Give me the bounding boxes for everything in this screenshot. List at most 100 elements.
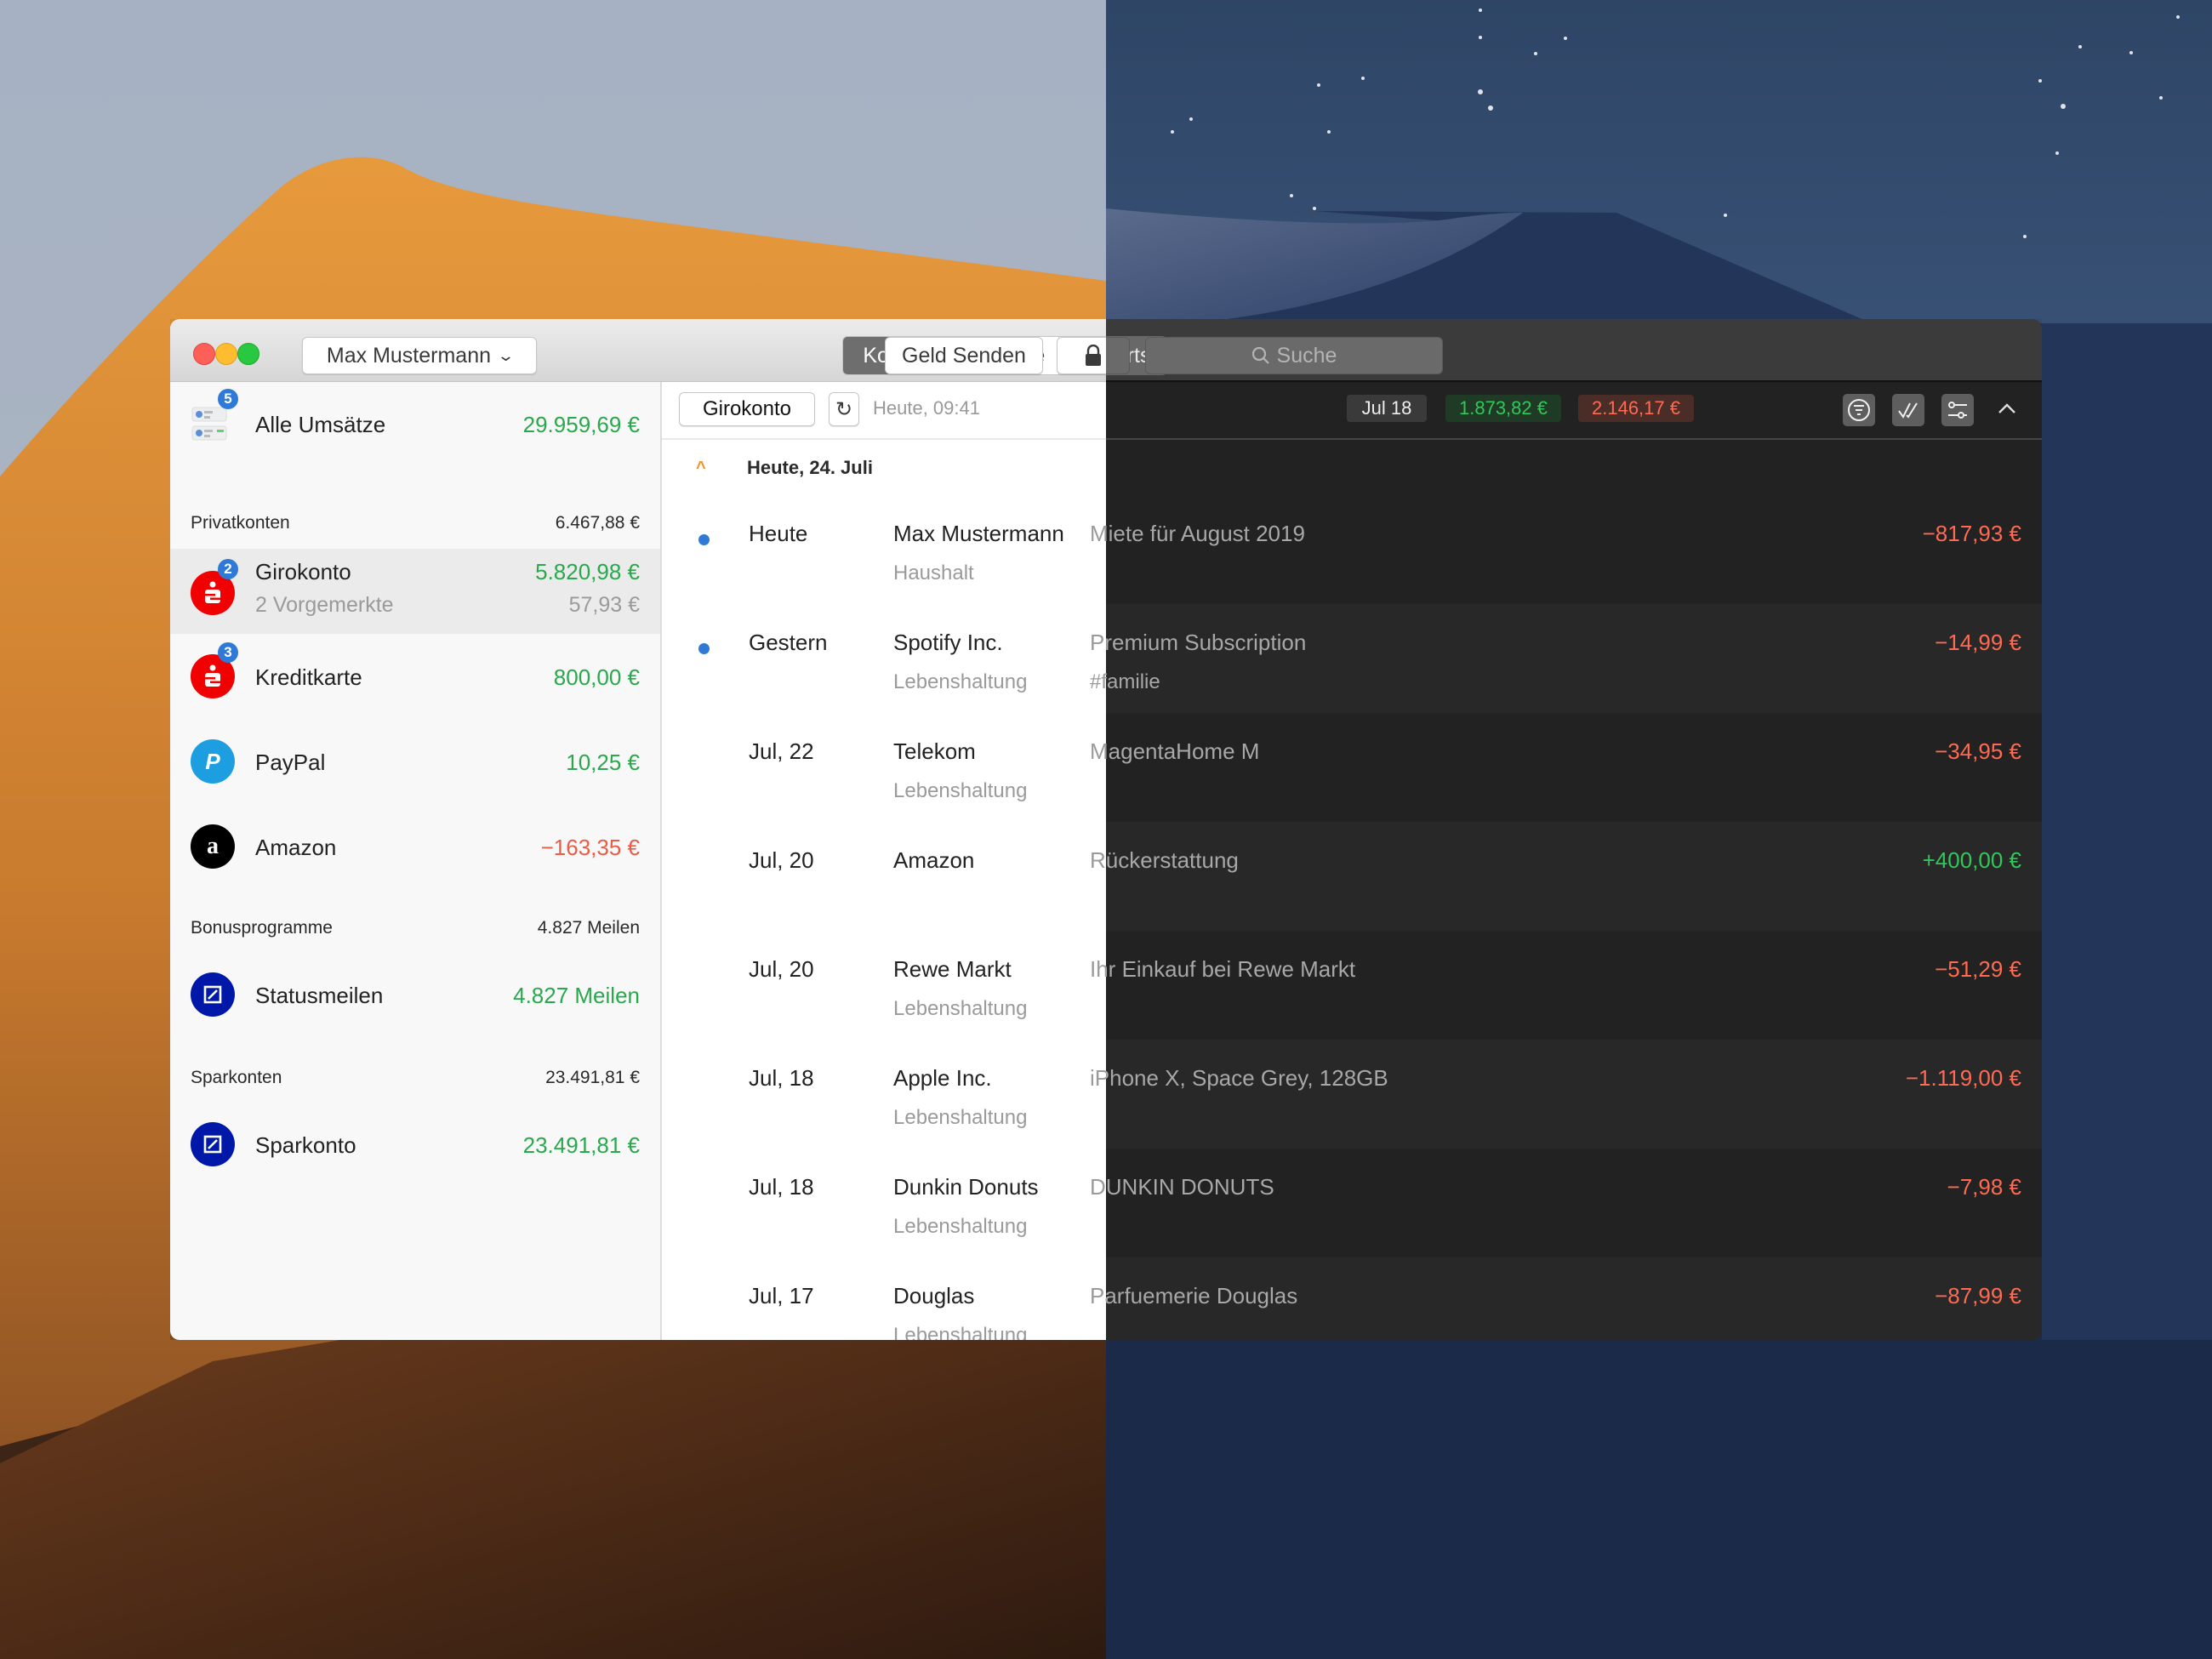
section-label: Heute, 24. Juli <box>747 457 873 478</box>
transaction-category: Lebenshaltung <box>893 779 1028 802</box>
user-selector-button[interactable]: Max Mustermann ⌄ <box>302 337 537 374</box>
transaction-category: Lebenshaltung <box>893 1324 1028 1340</box>
transaction-amount: −7,98 € <box>1947 1174 2021 1200</box>
income-total-chip: 1.873,82 € <box>1445 395 1561 422</box>
mark-read-button[interactable] <box>1892 394 1924 426</box>
chevron-up-icon <box>1998 403 2015 413</box>
unread-dot-icon <box>698 534 710 545</box>
display-settings-button[interactable] <box>1941 394 1974 426</box>
transaction-description: Parfuemerie Douglas <box>1090 1283 1298 1308</box>
transaction-category: Lebenshaltung <box>893 1106 1028 1129</box>
transaction-date: Jul, 18 <box>749 1065 814 1091</box>
group-total: 23.491,81 € <box>545 1068 640 1087</box>
transaction-description: Rückerstattung <box>1090 847 1239 873</box>
period-chip[interactable]: Jul 18 <box>1347 395 1427 422</box>
account-name: Girokonto <box>255 559 351 584</box>
transaction-description: iPhone X, Space Grey, 128GB <box>1090 1065 1388 1091</box>
account-name: PayPal <box>255 750 326 775</box>
transaction-amount: −87,99 € <box>1935 1283 2021 1308</box>
transaction-payee: Spotify Inc. <box>893 630 1003 655</box>
unread-badge: 3 <box>218 642 238 663</box>
transaction-description: DUNKIN DONUTS <box>1090 1174 1274 1200</box>
transaction-payee: Amazon <box>893 847 975 873</box>
account-name: Kreditkarte <box>255 664 362 690</box>
sliders-icon <box>1948 402 1967 419</box>
collapse-button[interactable] <box>1994 396 2020 421</box>
transaction-payee: Apple Inc. <box>893 1065 992 1091</box>
last-sync-time: Heute, 09:41 <box>873 397 980 419</box>
search-field[interactable]: Suche <box>1145 337 1443 374</box>
transaction-date: Jul, 17 <box>749 1283 814 1308</box>
group-label: Privatkonten <box>191 513 290 533</box>
transaction-payee: Max Mustermann <box>893 521 1064 546</box>
account-filter-button[interactable]: Girokonto <box>679 392 815 426</box>
search-icon <box>1251 346 1269 364</box>
deutsche-bank-logo-icon <box>191 1122 235 1166</box>
transaction-amount: −51,29 € <box>1935 956 2021 982</box>
sidebar-item-all-transactions[interactable]: 5 Alle Umsätze 29.959,69 € <box>170 382 660 467</box>
transaction-amount: +400,00 € <box>1922 847 2021 873</box>
chevron-down-icon: ⌄ <box>496 346 516 364</box>
group-total: 4.827 Meilen <box>537 918 640 938</box>
filter-button[interactable] <box>1843 394 1875 426</box>
transaction-description: Premium Subscription <box>1090 630 1307 655</box>
transaction-date: Gestern <box>749 630 828 655</box>
account-name: Sparkonto <box>255 1132 356 1158</box>
pending-label: 2 Vorgemerkte <box>255 593 394 617</box>
minimize-window-button[interactable] <box>215 343 237 365</box>
close-window-button[interactable] <box>193 343 215 365</box>
account-balance: 5.820,98 € <box>535 559 640 584</box>
group-total: 6.467,88 € <box>555 513 640 533</box>
unread-badge: 2 <box>218 559 238 579</box>
transaction-amount: −34,95 € <box>1935 738 2021 764</box>
expense-total-chip: 2.146,17 € <box>1578 395 1694 422</box>
user-name: Max Mustermann <box>326 343 492 368</box>
paypal-logo-icon: P <box>191 739 235 784</box>
account-balance: 29.959,69 € <box>522 412 640 437</box>
pending-amount: 57,93 € <box>568 593 640 617</box>
group-header-bonusprogramme: Bonusprogramme 4.827 Meilen <box>191 918 640 938</box>
sidebar-item-paypal[interactable]: P PayPal 10,25 € <box>170 721 660 806</box>
zoom-window-button[interactable] <box>237 343 259 365</box>
send-money-button[interactable]: Geld Senden <box>885 337 1043 374</box>
account-balance: −163,35 € <box>540 835 640 860</box>
sidebar-item-amazon[interactable]: a Amazon −163,35 € <box>170 806 660 891</box>
transaction-payee: Douglas <box>893 1283 975 1308</box>
refresh-button[interactable]: ↻ <box>829 392 859 426</box>
filter-icon <box>1848 399 1870 421</box>
transaction-payee: Dunkin Donuts <box>893 1174 1039 1200</box>
group-header-sparkonten: Sparkonten 23.491,81 € <box>191 1068 640 1088</box>
transaction-category: Lebenshaltung <box>893 997 1028 1020</box>
unread-badge: 5 <box>218 389 238 409</box>
transaction-description: MagentaHome M <box>1090 738 1260 764</box>
account-name: Alle Umsätze <box>255 412 386 437</box>
sidebar-item-girokonto[interactable]: 2 Girokonto 5.820,98 € 2 Vorgemerkte 57,… <box>170 549 660 634</box>
amazon-logo-icon: a <box>191 824 235 869</box>
transaction-payee: Rewe Markt <box>893 956 1012 982</box>
transaction-amount: −14,99 € <box>1935 630 2021 655</box>
chevron-up-icon[interactable]: ^ <box>696 459 706 478</box>
account-balance: 23.491,81 € <box>522 1132 640 1158</box>
accounts-sidebar: 5 Alle Umsätze 29.959,69 € Privatkonten … <box>170 382 662 1340</box>
search-placeholder: Suche <box>1276 343 1337 368</box>
transaction-description: Ihr Einkauf bei Rewe Markt <box>1090 956 1356 982</box>
group-label: Sparkonten <box>191 1068 282 1087</box>
transaction-amount: −817,93 € <box>1922 521 2021 546</box>
lock-icon <box>1086 345 1101 366</box>
transaction-description: Miete für August 2019 <box>1090 521 1305 546</box>
transaction-date: Jul, 22 <box>749 738 814 764</box>
account-balance: 800,00 € <box>553 664 640 690</box>
transaction-category: Lebenshaltung <box>893 1215 1028 1238</box>
account-name: Amazon <box>255 835 337 860</box>
double-check-icon <box>1898 402 1918 419</box>
transaction-payee: Telekom <box>893 738 976 764</box>
deutsche-bank-logo-icon <box>191 972 235 1017</box>
sidebar-item-kreditkarte[interactable]: 3 Kreditkarte 800,00 € <box>170 636 660 721</box>
account-balance: 4.827 Meilen <box>513 983 640 1008</box>
sidebar-item-statusmeilen[interactable]: Statusmeilen 4.827 Meilen <box>170 954 660 1039</box>
group-label: Bonusprogramme <box>191 918 333 938</box>
account-balance: 10,25 € <box>566 750 640 775</box>
sidebar-item-sparkonto[interactable]: Sparkonto 23.491,81 € <box>170 1103 660 1189</box>
transaction-category: Lebenshaltung <box>893 670 1028 693</box>
transaction-date: Jul, 20 <box>749 847 814 873</box>
